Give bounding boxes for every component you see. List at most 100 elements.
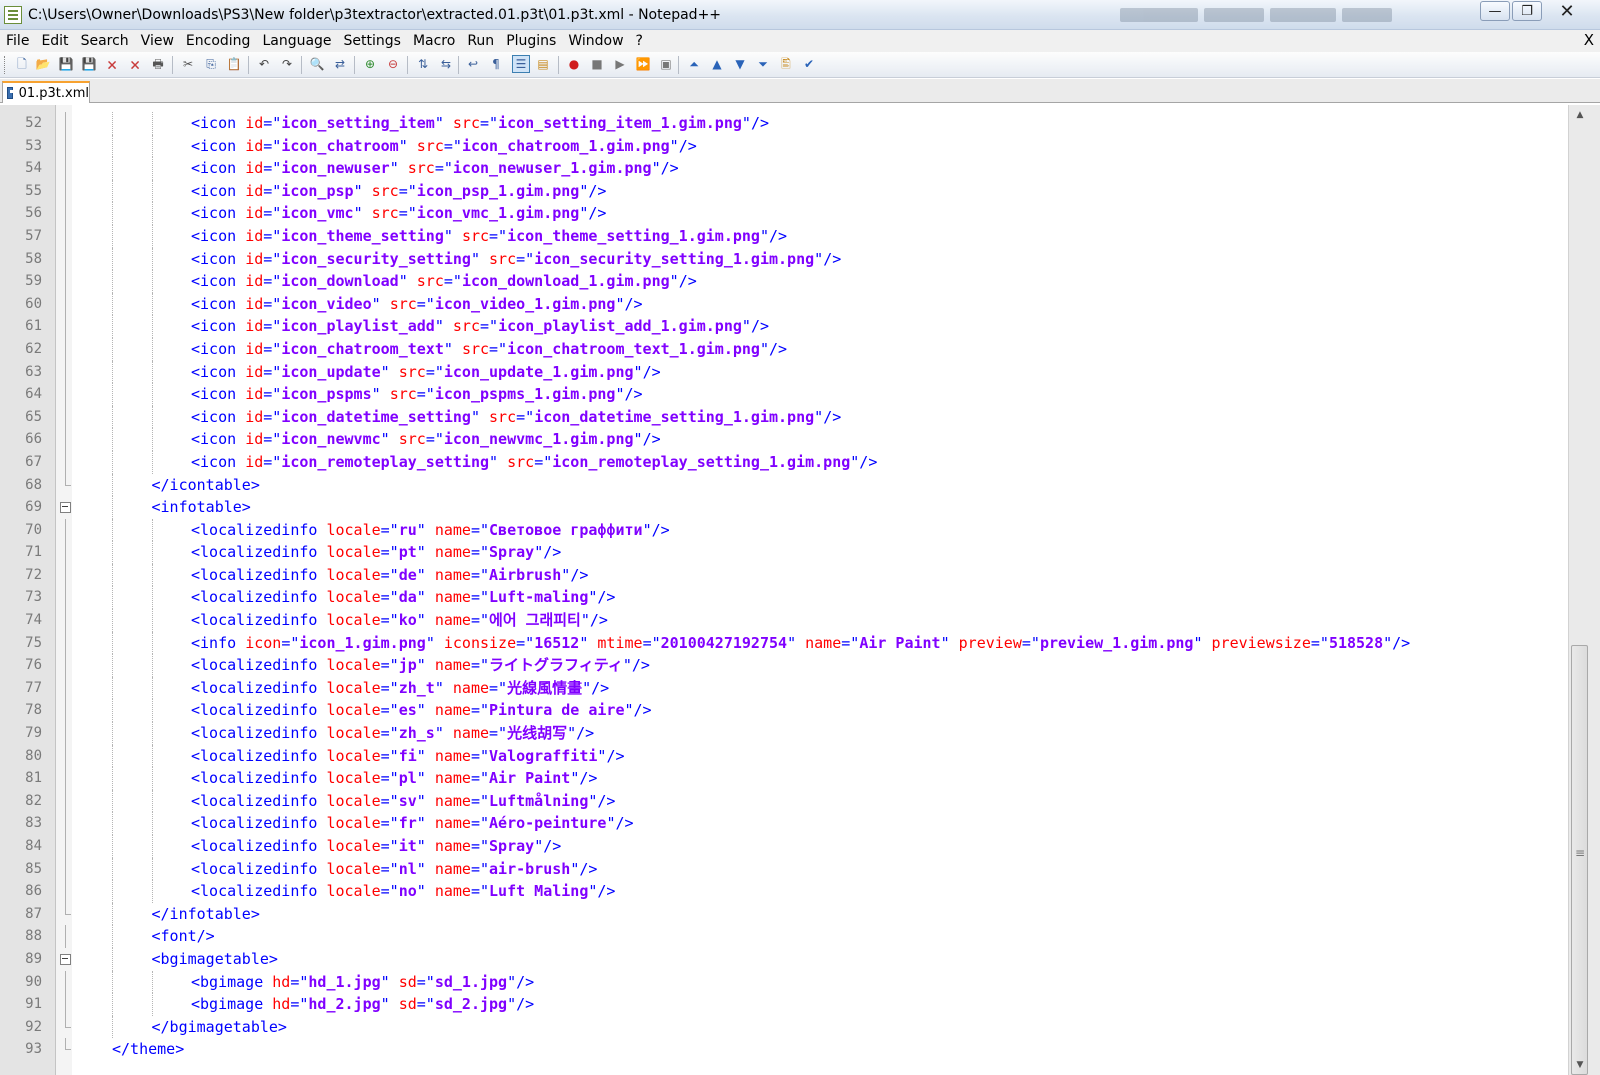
code-line[interactable]: 65 <icon id="icon_datetime_setting" src="… bbox=[0, 405, 1568, 429]
unfold-all-icon[interactable]: ⏷ bbox=[755, 56, 771, 72]
minimize-button[interactable]: — bbox=[1480, 1, 1510, 21]
code-line[interactable]: 77 <localizedinfo locale="zh_t" name="光線風… bbox=[0, 676, 1568, 700]
menu-window[interactable]: Window bbox=[562, 33, 629, 49]
close-file-icon[interactable]: 🗙 bbox=[104, 56, 120, 72]
fold-toggle-icon[interactable] bbox=[60, 948, 71, 971]
menu-view[interactable]: View bbox=[135, 33, 180, 49]
paste-icon[interactable]: 📋 bbox=[226, 56, 242, 72]
zoom-in-icon[interactable]: ⊕ bbox=[362, 56, 378, 72]
code-text[interactable]: <localizedinfo locale="ko" name="에어 그래피티… bbox=[191, 609, 608, 632]
code-text[interactable]: <icon id="icon_remoteplay_setting" src="… bbox=[191, 451, 877, 474]
vertical-scrollbar[interactable]: ▲ ▼ bbox=[1568, 105, 1600, 1075]
redo-icon[interactable]: ↷ bbox=[279, 56, 295, 72]
menu-run[interactable]: Run bbox=[461, 33, 500, 49]
scrollbar-thumb[interactable] bbox=[1571, 645, 1588, 1075]
code-line[interactable]: 63 <icon id="icon_update" src="icon_updat… bbox=[0, 360, 1568, 384]
code-line[interactable]: 62 <icon id="icon_chatroom_text" src="ico… bbox=[0, 337, 1568, 361]
menu-macro[interactable]: Macro bbox=[407, 33, 461, 49]
code-text[interactable]: <localizedinfo locale="fr" name="Aéro-pe… bbox=[191, 812, 634, 835]
code-text[interactable]: <localizedinfo locale="it" name="Spray"/… bbox=[191, 835, 561, 858]
fold-all-icon[interactable]: ⏶ bbox=[686, 56, 702, 72]
code-line[interactable]: 87 </infotable> bbox=[0, 902, 1568, 926]
code-text[interactable]: <icon id="icon_pspms" src="icon_pspms_1.… bbox=[191, 383, 643, 406]
open-file-icon[interactable]: 📂 bbox=[35, 56, 51, 72]
stop-macro-icon[interactable]: ■ bbox=[589, 56, 605, 72]
code-line[interactable]: 53 <icon id="icon_chatroom" src="icon_cha… bbox=[0, 134, 1568, 158]
document-map-icon[interactable]: ▤ bbox=[535, 56, 551, 72]
code-line[interactable]: 90 <bgimage hd="hd_1.jpg" sd="sd_1.jpg"/> bbox=[0, 970, 1568, 994]
code-text[interactable]: </infotable> bbox=[152, 903, 260, 926]
code-line[interactable]: 68 </icontable> bbox=[0, 473, 1568, 497]
code-text[interactable]: <bgimage hd="hd_2.jpg" sd="sd_2.jpg"/> bbox=[191, 993, 534, 1016]
scroll-up-arrow-icon[interactable]: ▲ bbox=[1573, 107, 1587, 123]
code-line[interactable]: 75 <info icon="icon_1.gim.png" iconsize="… bbox=[0, 631, 1568, 655]
scroll-down-arrow-icon[interactable]: ▼ bbox=[1573, 1057, 1587, 1073]
show-all-characters-icon[interactable]: ¶ bbox=[488, 56, 504, 72]
menu-file[interactable]: File bbox=[0, 33, 35, 49]
menu-encoding[interactable]: Encoding bbox=[180, 33, 257, 49]
code-line[interactable]: 88 <font/> bbox=[0, 925, 1568, 948]
menu-language[interactable]: Language bbox=[256, 33, 337, 49]
code-text[interactable]: <localizedinfo locale="sv" name="Luftmål… bbox=[191, 790, 615, 813]
code-text[interactable]: <icon id="icon_setting_item" src="icon_s… bbox=[191, 112, 769, 135]
code-text[interactable]: <font/> bbox=[152, 925, 215, 948]
code-line[interactable]: 54 <icon id="icon_newuser" src="icon_newu… bbox=[0, 157, 1568, 180]
code-line[interactable]: 67 <icon id="icon_remoteplay_setting" src… bbox=[0, 450, 1568, 474]
code-text[interactable]: </icontable> bbox=[152, 474, 260, 497]
code-text[interactable]: <localizedinfo locale="nl" name="air-bru… bbox=[191, 858, 597, 881]
code-line[interactable]: 52 <icon id="icon_setting_item" src="icon… bbox=[0, 112, 1568, 135]
menu-settings[interactable]: Settings bbox=[338, 33, 407, 49]
save-all-icon[interactable]: 💾 bbox=[81, 56, 97, 72]
code-line[interactable]: 72 <localizedinfo locale="de" name="Airbr… bbox=[0, 563, 1568, 587]
code-line[interactable]: 78 <localizedinfo locale="es" name="Pintu… bbox=[0, 699, 1568, 723]
code-text[interactable]: <bgimagetable> bbox=[152, 948, 278, 971]
code-line[interactable]: 79 <localizedinfo locale="zh_s" name="光线胡… bbox=[0, 722, 1568, 745]
code-text[interactable]: <icon id="icon_datetime_setting" src="ic… bbox=[191, 406, 841, 429]
code-text[interactable]: <icon id="icon_chatroom" src="icon_chatr… bbox=[191, 135, 697, 158]
copy-icon[interactable]: ⎘ bbox=[203, 56, 219, 72]
code-line[interactable]: 55 <icon id="icon_psp" src="icon_psp_1.gi… bbox=[0, 179, 1568, 203]
tab-01-p3t-xml[interactable]: 01.p3t.xml bbox=[2, 81, 90, 103]
code-text[interactable]: <localizedinfo locale="pt" name="Spray"/… bbox=[191, 541, 561, 564]
sync-vertical-icon[interactable]: ⇅ bbox=[415, 56, 431, 72]
code-text[interactable]: <localizedinfo locale="de" name="Airbrus… bbox=[191, 564, 588, 587]
code-text[interactable]: <localizedinfo locale="da" name="Luft-ma… bbox=[191, 586, 615, 609]
save-icon[interactable]: 💾 bbox=[58, 56, 74, 72]
code-line[interactable]: 86 <localizedinfo locale="no" name="Luft … bbox=[0, 880, 1568, 903]
code-line[interactable]: 70 <localizedinfo locale="ru" name="Свето… bbox=[0, 518, 1568, 542]
menu-help[interactable]: ? bbox=[630, 33, 649, 49]
editor-pane[interactable]: 52 <icon id="icon_setting_item" src="icon… bbox=[0, 105, 1568, 1075]
code-line[interactable]: 69 <infotable> bbox=[0, 496, 1568, 519]
maximize-button[interactable]: ❐ bbox=[1512, 1, 1542, 21]
code-text[interactable]: <localizedinfo locale="ru" name="Светово… bbox=[191, 519, 670, 542]
close-document-button[interactable]: X bbox=[1584, 31, 1594, 49]
code-line[interactable]: 80 <localizedinfo locale="fi" name="Valog… bbox=[0, 744, 1568, 768]
code-text[interactable]: <localizedinfo locale="no" name="Luft Ma… bbox=[191, 880, 615, 903]
code-line[interactable]: 85 <localizedinfo locale="nl" name="air-b… bbox=[0, 857, 1568, 881]
menu-edit[interactable]: Edit bbox=[35, 33, 74, 49]
code-text[interactable]: <icon id="icon_newuser" src="icon_newuse… bbox=[191, 157, 679, 180]
code-text[interactable]: </bgimagetable> bbox=[152, 1016, 287, 1039]
code-text[interactable]: <icon id="icon_playlist_add" src="icon_p… bbox=[191, 315, 769, 338]
cut-icon[interactable]: ✂ bbox=[180, 56, 196, 72]
code-line[interactable]: 61 <icon id="icon_playlist_add" src="icon… bbox=[0, 315, 1568, 338]
code-text[interactable]: <icon id="icon_newvmc" src="icon_newvmc_… bbox=[191, 428, 661, 451]
print-icon[interactable]: 🖶 bbox=[150, 56, 166, 72]
toolbar-grip[interactable] bbox=[4, 56, 7, 74]
code-line[interactable]: 60 <icon id="icon_video" src="icon_video_… bbox=[0, 292, 1568, 316]
replace-icon[interactable]: ⇄ bbox=[332, 56, 348, 72]
next-bookmark-icon[interactable]: ▼ bbox=[732, 56, 748, 72]
code-lines[interactable]: 52 <icon id="icon_setting_item" src="icon… bbox=[0, 112, 1568, 1061]
code-text[interactable]: <infotable> bbox=[152, 496, 251, 519]
code-text[interactable]: <icon id="icon_psp" src="icon_psp_1.gim.… bbox=[191, 180, 606, 203]
indent-guide-icon[interactable]: ☰ bbox=[512, 55, 530, 73]
code-line[interactable]: 81 <localizedinfo locale="pl" name="Air P… bbox=[0, 767, 1568, 790]
code-line[interactable]: 83 <localizedinfo locale="fr" name="Aéro-… bbox=[0, 812, 1568, 835]
code-text[interactable]: <localizedinfo locale="fi" name="Valogra… bbox=[191, 745, 625, 768]
code-text[interactable]: <localizedinfo locale="es" name="Pintura… bbox=[191, 699, 652, 722]
code-text[interactable]: </theme> bbox=[112, 1038, 184, 1061]
code-line[interactable]: 57 <icon id="icon_theme_setting" src="ico… bbox=[0, 224, 1568, 248]
code-line[interactable]: 59 <icon id="icon_download" src="icon_dow… bbox=[0, 270, 1568, 293]
previous-bookmark-icon[interactable]: ▲ bbox=[709, 56, 725, 72]
word-wrap-icon[interactable]: ↩ bbox=[465, 56, 481, 72]
